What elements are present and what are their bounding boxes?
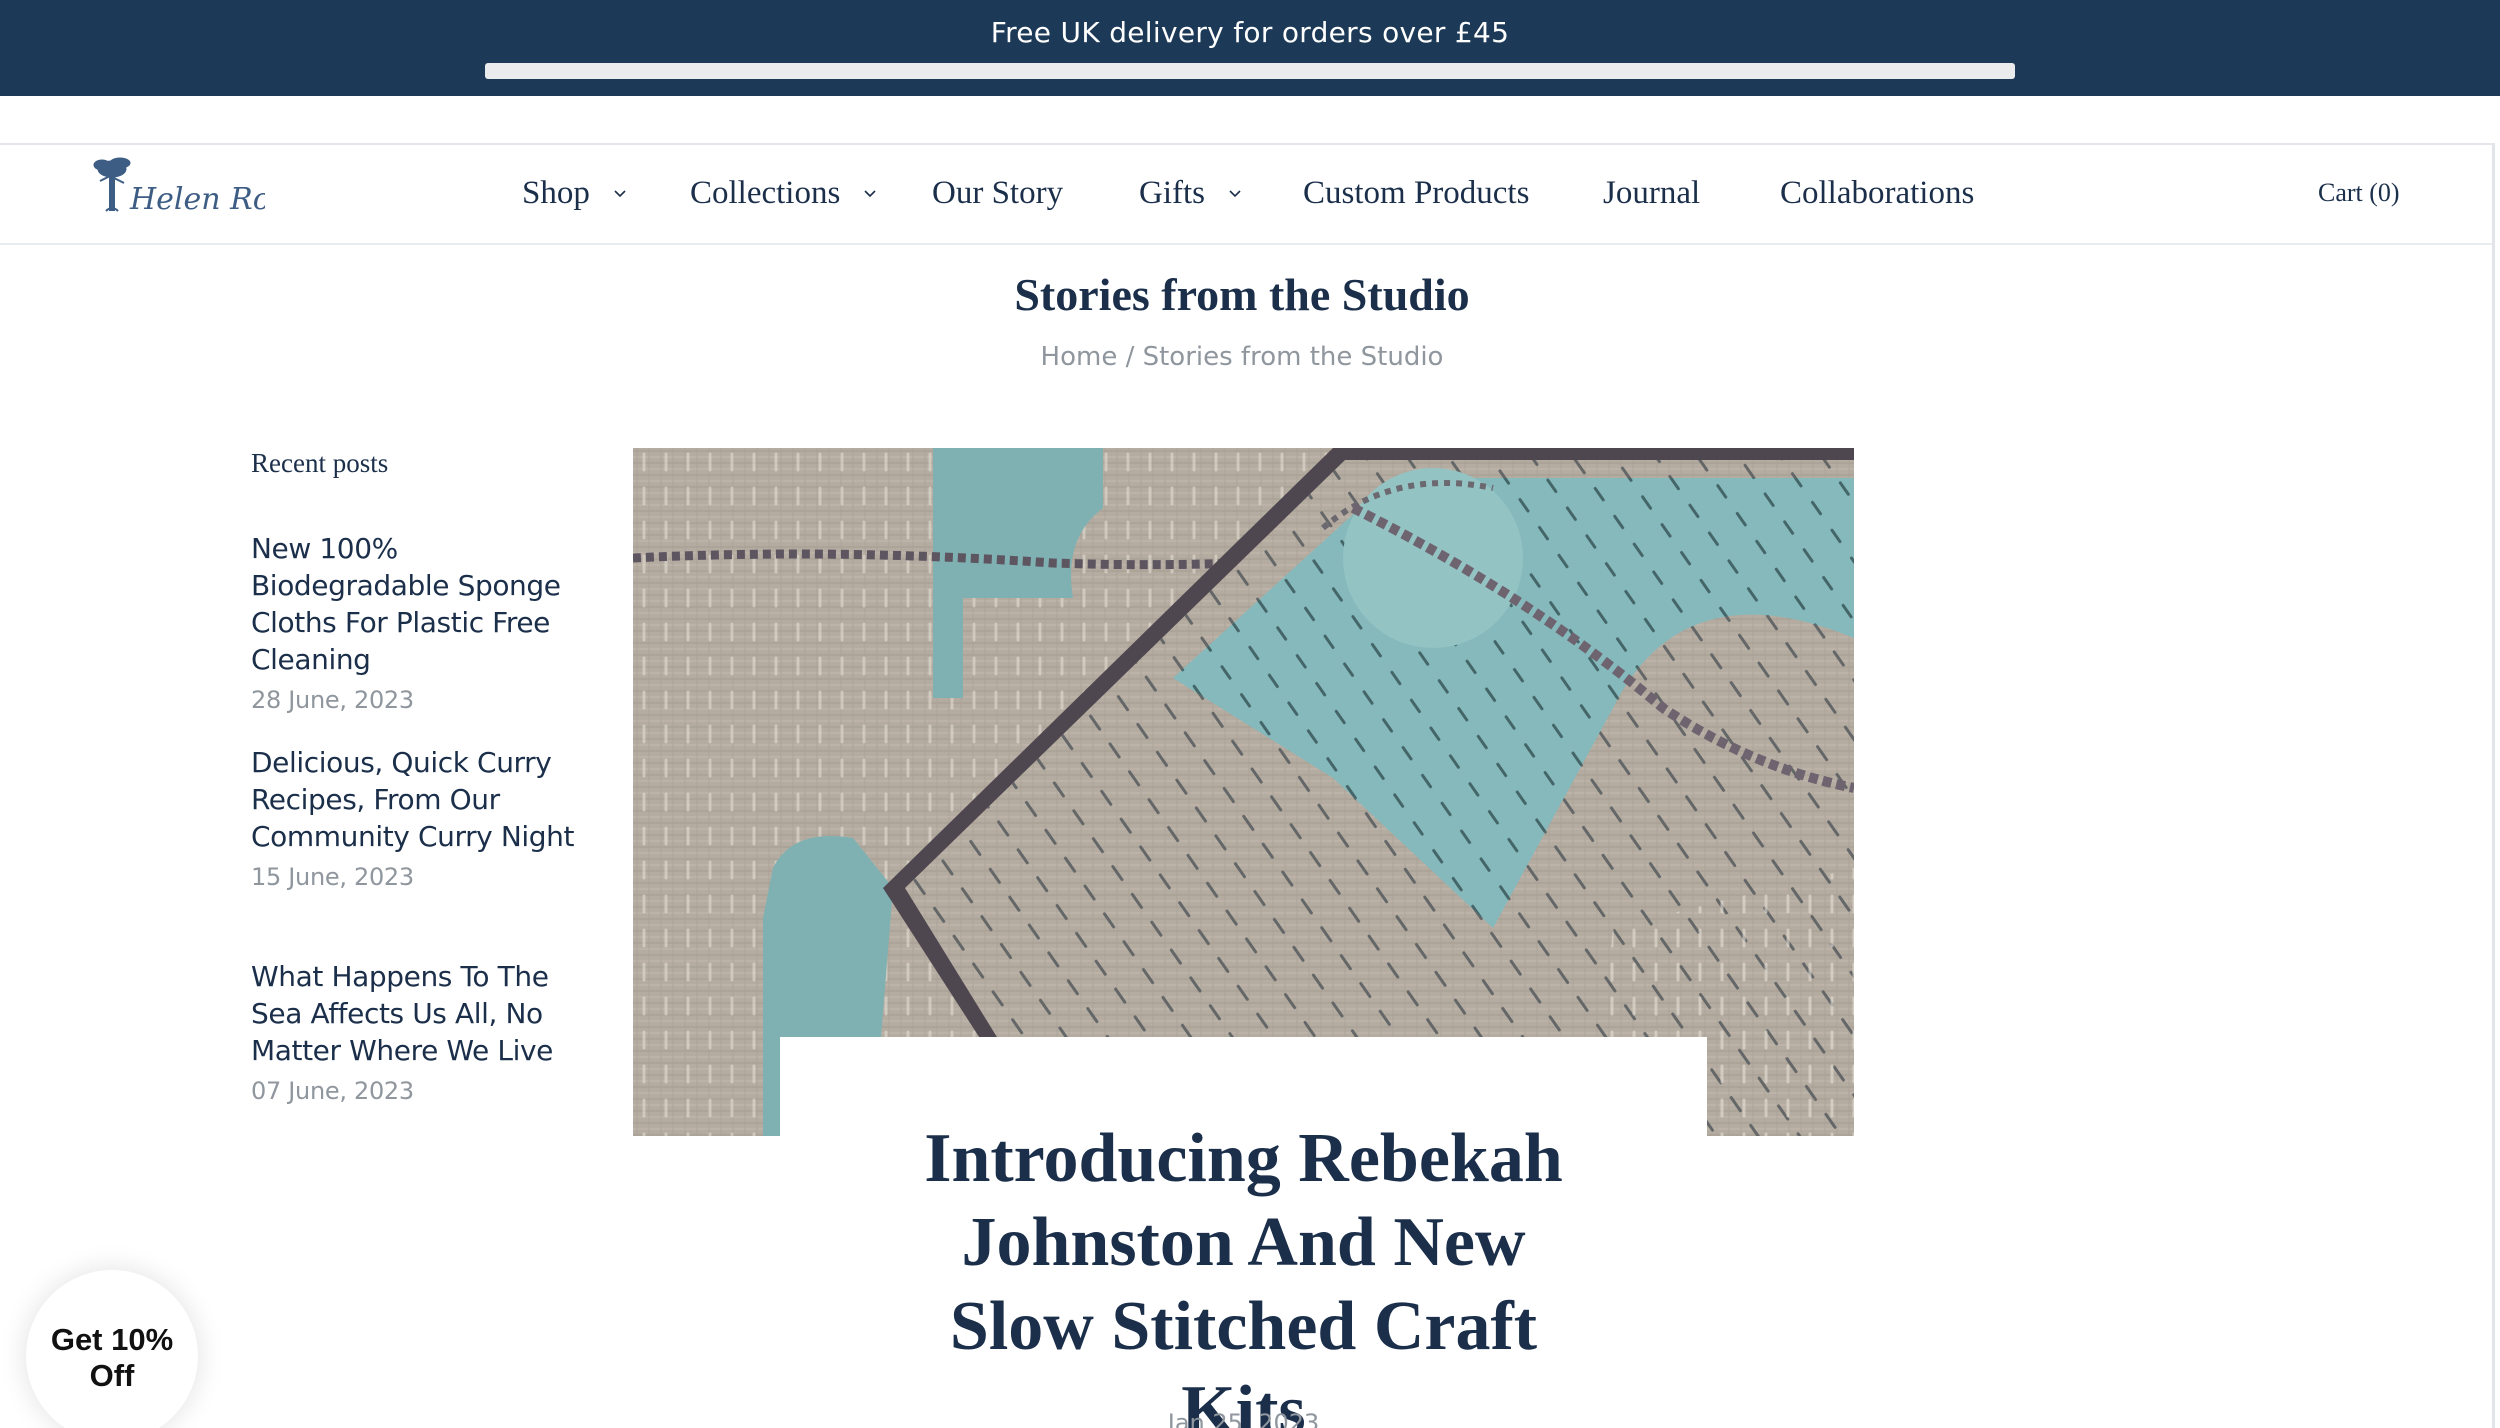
chevron-down-icon <box>1229 189 1241 197</box>
chevron-down-icon <box>864 189 876 197</box>
recent-post-item: What Happens To The Sea Affects Us All, … <box>251 958 581 1105</box>
recent-post-title-link[interactable]: New 100% Biodegradable Sponge Cloths For… <box>251 530 581 678</box>
announcement-bar: Free UK delivery for orders over £45 <box>0 0 2500 96</box>
nav-gifts[interactable]: Gifts <box>1139 175 1243 212</box>
nav-shop-label: Shop <box>522 175 590 211</box>
discount-label: Get 10% Off <box>50 1322 174 1393</box>
article-title[interactable]: Introducing Rebekah Johnston And New Slo… <box>780 1117 1707 1428</box>
free-delivery-progress-bar <box>485 63 2015 79</box>
breadcrumb-separator: / <box>1125 342 1135 372</box>
nav-collaborations[interactable]: Collaborations <box>1780 175 1974 212</box>
chevron-down-icon <box>614 189 626 197</box>
breadcrumb-current: Stories from the Studio <box>1142 342 1444 372</box>
recent-posts-heading: Recent posts <box>251 448 389 478</box>
article-card: Introducing Rebekah Johnston And New Slo… <box>780 1037 1707 1428</box>
nav-custom-products-label: Custom Products <box>1303 175 1530 211</box>
nav-our-story-label: Our Story <box>932 175 1064 211</box>
cart-link[interactable]: Cart (0) <box>2318 178 2400 208</box>
breadcrumb: Home / Stories from the Studio <box>0 342 2484 372</box>
announcement-text: Free UK delivery for orders over £45 <box>990 16 1510 49</box>
recent-post-item: New 100% Biodegradable Sponge Cloths For… <box>251 530 581 714</box>
article-hero-image[interactable] <box>633 448 1854 1136</box>
page-right-border <box>2492 143 2495 1428</box>
recent-post-title-link[interactable]: What Happens To The Sea Affects Us All, … <box>251 958 581 1069</box>
main-navigation: Shop Collections Our Story Gifts Custom … <box>0 145 2494 245</box>
site-header: Helen Round Shop Collections Our Story G… <box>0 143 2494 245</box>
nav-journal-label: Journal <box>1603 175 1701 211</box>
nav-collections-label: Collections <box>690 175 841 211</box>
page-title: Stories from the Studio <box>1014 269 1470 320</box>
breadcrumb-home-link[interactable]: Home <box>1041 342 1118 372</box>
nav-collaborations-label: Collaborations <box>1780 175 1975 211</box>
discount-popup-button[interactable]: Get 10% Off <box>26 1270 198 1428</box>
recent-post-date: 28 June, 2023 <box>251 686 414 714</box>
nav-our-story[interactable]: Our Story <box>932 175 1063 212</box>
recent-post-item: Delicious, Quick Curry Recipes, From Our… <box>251 744 581 891</box>
recent-post-date: 07 June, 2023 <box>251 1077 414 1105</box>
nav-shop[interactable]: Shop <box>522 175 628 212</box>
recent-post-date: 15 June, 2023 <box>251 863 414 891</box>
free-delivery-progress-fill <box>485 63 2015 79</box>
article-date: Jan 25, 2023 <box>1167 1409 1320 1428</box>
nav-collections[interactable]: Collections <box>690 175 878 212</box>
nav-journal[interactable]: Journal <box>1603 175 1700 212</box>
recent-post-title-link[interactable]: Delicious, Quick Curry Recipes, From Our… <box>251 744 581 855</box>
recent-posts-sidebar: Recent posts New 100% Biodegradable Spon… <box>251 448 581 1105</box>
nav-gifts-label: Gifts <box>1139 175 1205 211</box>
nav-custom-products[interactable]: Custom Products <box>1303 175 1529 212</box>
